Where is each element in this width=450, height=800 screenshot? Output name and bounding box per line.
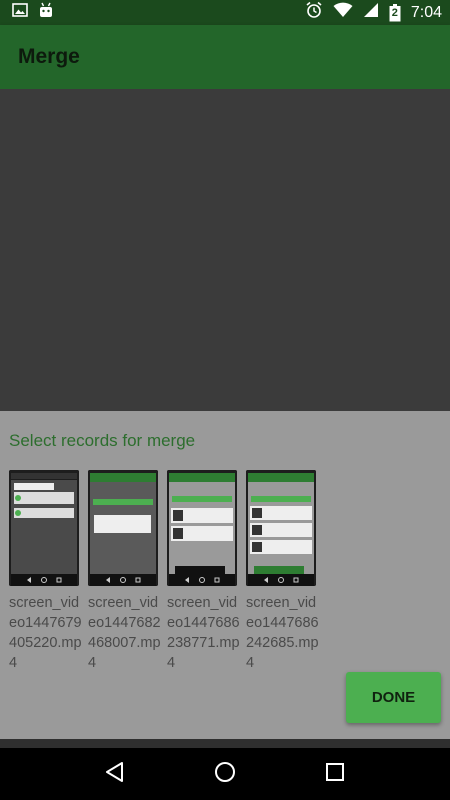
back-button[interactable]	[95, 754, 135, 794]
record-thumbnail	[9, 470, 79, 586]
record-filename: screen_video1447686238771.mp4	[167, 595, 240, 671]
sheet-title: Select records for merge	[9, 431, 196, 450]
alarm-icon	[305, 1, 323, 24]
recents-icon	[325, 762, 345, 787]
record-item[interactable]: screen_video1447682468007.mp4	[88, 470, 167, 673]
status-bar: 2 7:04	[0, 0, 450, 25]
home-icon	[214, 761, 236, 788]
battery-icon: 2	[389, 3, 401, 22]
record-list: screen_video1447679405220.mp4 screen_vid…	[9, 470, 325, 673]
record-item[interactable]: screen_video1447679405220.mp4	[9, 470, 88, 673]
record-item[interactable]: screen_video1447686238771.mp4	[167, 470, 246, 673]
back-icon	[104, 761, 126, 788]
record-filename: screen_video1447686242685.mp4	[246, 595, 319, 671]
home-button[interactable]	[205, 754, 245, 794]
record-thumbnail	[167, 470, 237, 586]
done-button[interactable]: DONE	[346, 672, 441, 723]
android-icon	[38, 2, 54, 23]
select-records-sheet: Select records for merge screen_video144…	[0, 411, 450, 739]
battery-level: 2	[391, 6, 398, 19]
record-filename: screen_video1447679405220.mp4	[9, 595, 82, 671]
status-time: 7:04	[410, 3, 442, 21]
record-filename: screen_video1447682468007.mp4	[88, 595, 161, 671]
content-area	[0, 89, 450, 411]
app-bar: Merge	[0, 25, 450, 89]
record-item[interactable]: screen_video1447686242685.mp4	[246, 470, 325, 673]
page-title: Merge	[18, 45, 80, 68]
signal-icon	[363, 2, 379, 23]
sheet-shadow	[0, 739, 450, 748]
record-thumbnail	[246, 470, 316, 586]
wifi-icon	[333, 2, 353, 23]
navigation-bar	[0, 748, 450, 800]
recents-button[interactable]	[315, 754, 355, 794]
image-icon	[12, 3, 28, 22]
screen: 2 7:04 Merge Select records for merge sc…	[0, 0, 450, 800]
record-thumbnail	[88, 470, 158, 586]
